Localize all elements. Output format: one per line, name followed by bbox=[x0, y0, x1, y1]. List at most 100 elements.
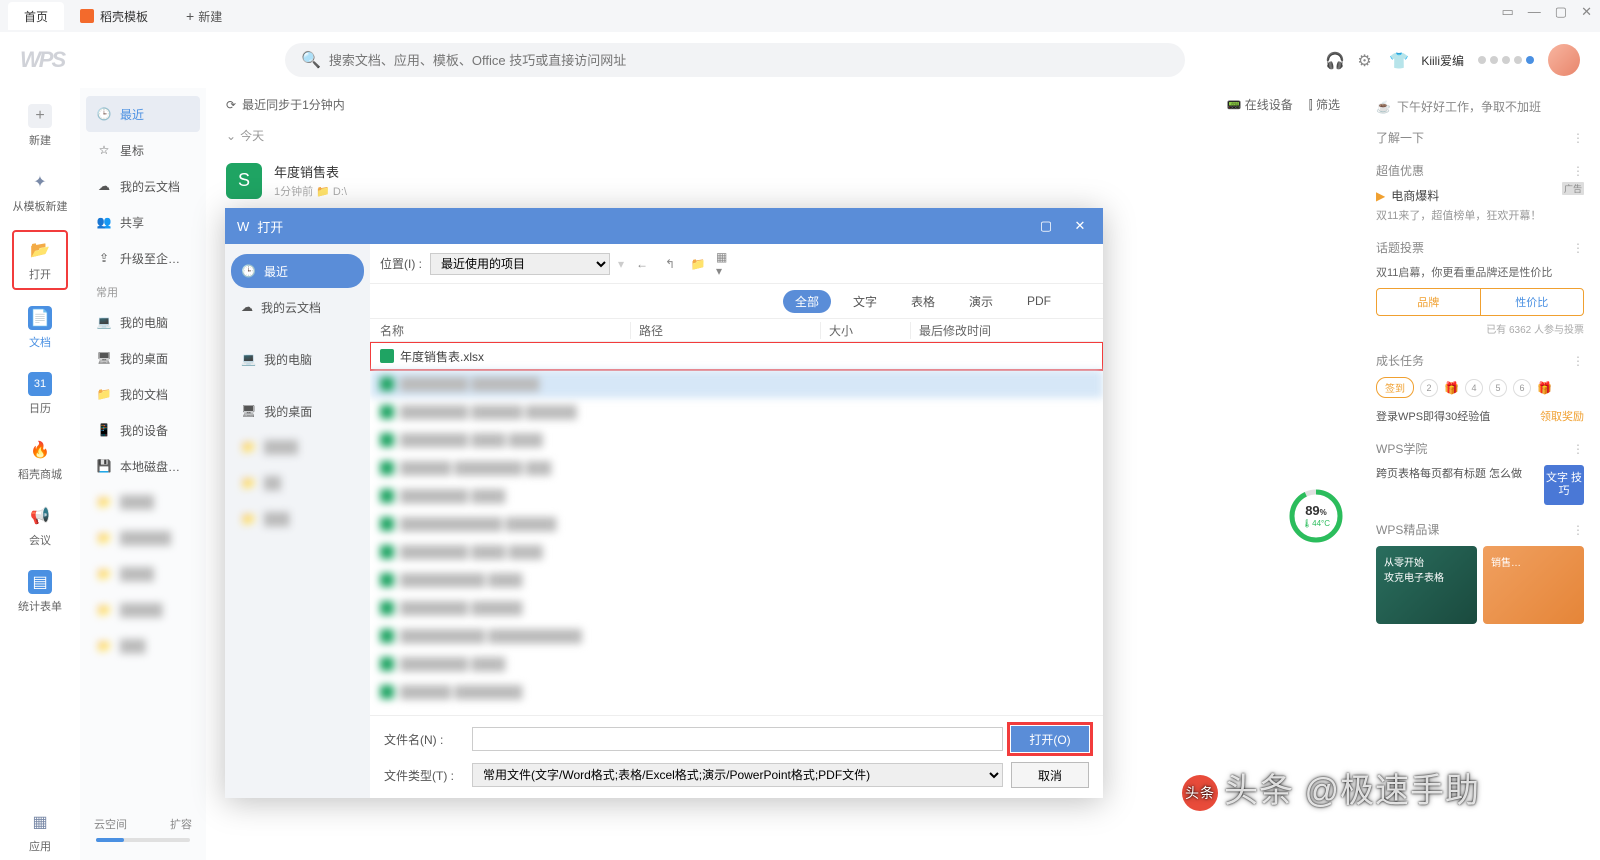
vote-right[interactable]: 性价比 bbox=[1481, 289, 1584, 315]
sidebar-meeting[interactable]: 📢会议 bbox=[12, 498, 68, 554]
sidebar-docs[interactable]: 📄文档 bbox=[12, 300, 68, 356]
dlg-side-blur-2[interactable]: 📁██ bbox=[231, 466, 364, 500]
window-menu-icon[interactable]: ▭ bbox=[1502, 4, 1514, 20]
file-row[interactable]: ████████ ████ ████ bbox=[370, 426, 1103, 454]
maximize-icon[interactable]: ▢ bbox=[1555, 4, 1567, 20]
signin-chip[interactable]: 签到 bbox=[1376, 377, 1414, 398]
tab-home[interactable]: 首页 bbox=[8, 2, 64, 30]
file-row[interactable]: ██████ ████████ ███ bbox=[370, 454, 1103, 482]
nav-expand-link[interactable]: 扩容 bbox=[170, 816, 192, 832]
tab-new[interactable]: +新建 bbox=[174, 8, 234, 25]
more-icon[interactable]: ⋮ bbox=[1572, 241, 1584, 255]
up-icon[interactable]: ↰ bbox=[660, 254, 680, 274]
vote-left[interactable]: 品牌 bbox=[1377, 289, 1481, 315]
dlg-side-cloud[interactable]: ☁我的云文档 bbox=[231, 290, 364, 324]
sidebar-open[interactable]: 📂打开 bbox=[12, 230, 68, 290]
nav-blur-3[interactable]: 📁████ bbox=[86, 556, 200, 592]
sidebar-new[interactable]: +新建 bbox=[12, 98, 68, 154]
chevron-down-icon[interactable]: ⌄ bbox=[226, 129, 236, 143]
dlg-side-computer[interactable]: 💻我的电脑 bbox=[231, 342, 364, 376]
more-icon[interactable]: ⋮ bbox=[1572, 523, 1584, 537]
promo-item[interactable]: ▶电商爆料 bbox=[1376, 187, 1584, 204]
more-icon[interactable]: ⋮ bbox=[1572, 442, 1584, 456]
filter-all[interactable]: 全部 bbox=[783, 290, 831, 313]
academy-tip[interactable]: 跨页表格每页都有标题 怎么做 文字 技巧 bbox=[1376, 465, 1584, 505]
col-date[interactable]: 最后修改时间 bbox=[910, 322, 1103, 339]
file-row[interactable]: ████████ ██████ bbox=[370, 594, 1103, 622]
nav-blur-2[interactable]: 📁██████ bbox=[86, 520, 200, 556]
course-thumb-2[interactable]: 销售… bbox=[1483, 546, 1584, 624]
close-icon[interactable]: ✕ bbox=[1581, 4, 1592, 20]
nav-cloud-docs[interactable]: ☁我的云文档 bbox=[86, 168, 200, 204]
minimize-icon[interactable]: — bbox=[1528, 4, 1541, 20]
file-row[interactable]: ██████████ ███████████ bbox=[370, 622, 1103, 650]
file-row[interactable]: ████████ ██████ ██████ bbox=[370, 398, 1103, 426]
filter-sheet[interactable]: 表格 bbox=[899, 290, 947, 313]
dialog-file-list[interactable]: 年度销售表.xlsx ████████ ████████ ████████ ██… bbox=[370, 342, 1103, 715]
open-button[interactable]: 打开(O) bbox=[1011, 726, 1089, 752]
dlg-side-blur-3[interactable]: 📁███ bbox=[231, 502, 364, 536]
nav-upgrade[interactable]: ⇪升级至企… bbox=[86, 240, 200, 276]
view-icon[interactable]: ▦ ▾ bbox=[716, 254, 736, 274]
cancel-button[interactable]: 取消 bbox=[1011, 762, 1089, 788]
notification-icon[interactable]: ⚙ bbox=[1357, 51, 1375, 69]
file-row[interactable]: ████████ ████ bbox=[370, 650, 1103, 678]
col-path[interactable]: 路径 bbox=[630, 322, 820, 339]
nav-share[interactable]: 👥共享 bbox=[86, 204, 200, 240]
nav-recent[interactable]: 🕒最近 bbox=[86, 96, 200, 132]
more-icon[interactable]: ⋮ bbox=[1572, 164, 1584, 178]
more-icon[interactable]: ⋮ bbox=[1572, 354, 1584, 368]
nav-blur-1[interactable]: 📁████ bbox=[86, 484, 200, 520]
sidebar-apps[interactable]: ▦应用 bbox=[12, 804, 68, 860]
nav-my-docs[interactable]: 📁我的文档 bbox=[86, 376, 200, 412]
new-folder-icon[interactable]: 📁 bbox=[688, 254, 708, 274]
online-devices[interactable]: 📟 在线设备 bbox=[1227, 96, 1293, 113]
filter-text[interactable]: 文字 bbox=[841, 290, 889, 313]
file-row[interactable]: ████████ ████ ████ bbox=[370, 538, 1103, 566]
nav-blur-4[interactable]: 📁█████ bbox=[86, 592, 200, 628]
col-name[interactable]: 名称 bbox=[370, 322, 630, 339]
filename-input[interactable] bbox=[472, 727, 1003, 751]
sidebar-stats[interactable]: ▤统计表单 bbox=[12, 564, 68, 620]
nav-local-disk[interactable]: 💾本地磁盘… bbox=[86, 448, 200, 484]
col-size[interactable]: 大小 bbox=[820, 322, 910, 339]
back-icon[interactable]: ← bbox=[632, 254, 652, 274]
sidebar-from-template[interactable]: ✦从模板新建 bbox=[12, 164, 68, 220]
file-row-highlighted[interactable]: 年度销售表.xlsx bbox=[370, 342, 1103, 370]
filetype-select[interactable]: 常用文件(文字/Word格式;表格/Excel格式;演示/PowerPoint格… bbox=[472, 763, 1003, 787]
sidebar-store[interactable]: 🔥稻壳商城 bbox=[12, 432, 68, 488]
file-row[interactable]: ████████ ████ bbox=[370, 482, 1103, 510]
location-select[interactable]: 最近使用的项目 bbox=[430, 253, 610, 275]
nav-blur-5[interactable]: 📁███ bbox=[86, 628, 200, 664]
more-icon[interactable]: ⋮ bbox=[1572, 131, 1584, 145]
dialog-close-icon[interactable]: ✕ bbox=[1069, 215, 1091, 237]
avatar[interactable] bbox=[1548, 44, 1580, 76]
headset-icon[interactable]: 🎧 bbox=[1325, 51, 1343, 69]
file-row[interactable]: ████████████ ██████ bbox=[370, 510, 1103, 538]
sidebar-apps-label: 应用 bbox=[29, 838, 51, 854]
file-row[interactable]: ██████ ████████ bbox=[370, 678, 1103, 706]
filter-slide[interactable]: 演示 bbox=[957, 290, 1005, 313]
nav-my-desktop[interactable]: 🖥我的桌面 bbox=[86, 340, 200, 376]
recent-file-row[interactable]: S 年度销售表 1分钟前 📁 D:\ bbox=[226, 152, 1340, 209]
file-row-selected[interactable]: ████████ ████████ bbox=[370, 370, 1103, 398]
skin-icon[interactable]: 👕 bbox=[1389, 51, 1407, 69]
dlg-side-recent[interactable]: 🕒最近 bbox=[231, 254, 364, 288]
search-input[interactable] bbox=[329, 53, 1169, 68]
nav-my-computer[interactable]: 💻我的电脑 bbox=[86, 304, 200, 340]
nav-my-devices[interactable]: 📱我的设备 bbox=[86, 412, 200, 448]
dlg-side-desktop[interactable]: 🖥我的桌面 bbox=[231, 394, 364, 428]
filter-pdf[interactable]: PDF bbox=[1015, 291, 1063, 311]
search-box[interactable]: 🔍 bbox=[285, 43, 1185, 77]
sidebar-calendar[interactable]: 31日历 bbox=[12, 366, 68, 422]
refresh-icon[interactable]: ⟳ bbox=[226, 98, 236, 112]
dlg-side-blur-1[interactable]: 📁████ bbox=[231, 430, 364, 464]
filter-button[interactable]: ⫿ 筛选 bbox=[1309, 96, 1340, 113]
claim-link[interactable]: 领取奖励 bbox=[1540, 408, 1584, 424]
tab-template[interactable]: 稻壳模板 bbox=[64, 2, 164, 30]
course-thumb-1[interactable]: 从零开始 攻克电子表格 bbox=[1376, 546, 1477, 624]
dialog-maximize-icon[interactable]: ▢ bbox=[1035, 215, 1057, 237]
file-row[interactable]: ██████████ ████ bbox=[370, 566, 1103, 594]
performance-ring[interactable]: 89% 🌡44°C bbox=[1288, 488, 1344, 544]
nav-star[interactable]: ☆星标 bbox=[86, 132, 200, 168]
